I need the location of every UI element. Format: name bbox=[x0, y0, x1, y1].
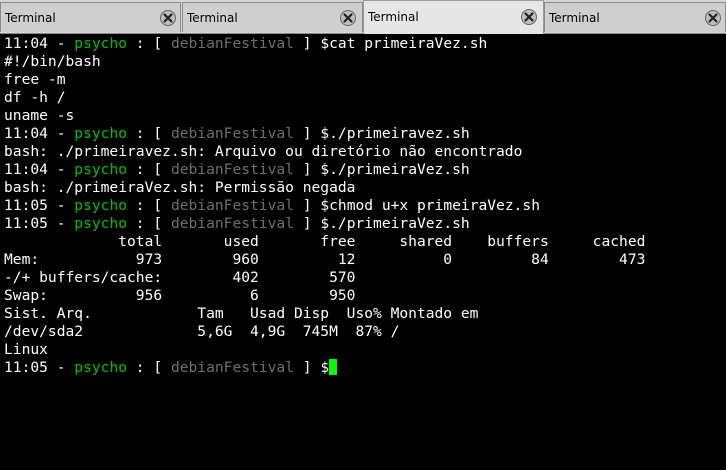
output-line: /dev/sda2 5,6G 4,9G 745M 87% / bbox=[4, 323, 400, 340]
prompt-close: ] $ bbox=[293, 359, 330, 376]
prompt-time: 11:04 bbox=[4, 125, 48, 142]
command-text: chmod u+x primeiraVez.sh bbox=[329, 197, 540, 214]
output-line: #!/bin/bash bbox=[4, 53, 101, 70]
tab-terminal-3[interactable]: Terminal bbox=[363, 0, 544, 34]
command-text: ./primeiravez.sh bbox=[329, 125, 470, 142]
tab-terminal-1[interactable]: Terminal bbox=[0, 2, 181, 32]
prompt-separator: - bbox=[47, 161, 75, 178]
tab-label: Terminal bbox=[5, 11, 56, 25]
output-line: Swap: 956 6 950 bbox=[4, 287, 356, 304]
prompt-open: : [ bbox=[127, 35, 171, 52]
prompt-open: : [ bbox=[127, 359, 171, 376]
terminal-output[interactable]: 11:04 - psycho : [ debianFestival ] $cat… bbox=[0, 35, 726, 470]
prompt-line: 11:05 - psycho : [ debianFestival ] $./p… bbox=[4, 215, 726, 233]
tab-terminal-4[interactable]: Terminal bbox=[544, 2, 726, 32]
prompt-host: debianFestival bbox=[170, 359, 294, 376]
prompt-open: : [ bbox=[127, 215, 171, 232]
close-icon[interactable] bbox=[340, 10, 356, 26]
prompt-user: psycho bbox=[74, 359, 128, 376]
prompt-host: debianFestival bbox=[170, 215, 294, 232]
command-text: cat primeiraVez.sh bbox=[329, 35, 488, 52]
close-icon[interactable] bbox=[160, 10, 176, 26]
prompt-user: psycho bbox=[74, 125, 128, 142]
prompt-line: 11:04 - psycho : [ debianFestival ] $cat… bbox=[4, 35, 726, 53]
prompt-close: ] $ bbox=[293, 35, 330, 52]
prompt-line: 11:05 - psycho : [ debianFestival ] $chm… bbox=[4, 197, 726, 215]
prompt-time: 11:05 bbox=[4, 197, 48, 214]
prompt-separator: - bbox=[47, 359, 75, 376]
prompt-time: 11:04 bbox=[4, 161, 48, 178]
prompt-line: 11:04 - psycho : [ debianFestival ] $./p… bbox=[4, 125, 726, 143]
prompt-host: debianFestival bbox=[170, 125, 294, 142]
prompt-open: : [ bbox=[127, 161, 171, 178]
tab-bar: Terminal Terminal Terminal Terminal bbox=[0, 0, 726, 34]
close-icon[interactable] bbox=[705, 10, 721, 26]
output-line: bash: ./primeiravez.sh: Arquivo ou diret… bbox=[4, 143, 523, 160]
prompt-line: 11:04 - psycho : [ debianFestival ] $./p… bbox=[4, 161, 726, 179]
close-icon[interactable] bbox=[521, 9, 537, 25]
prompt-host: debianFestival bbox=[170, 161, 294, 178]
prompt-close: ] $ bbox=[293, 197, 330, 214]
prompt-close: ] $ bbox=[293, 161, 330, 178]
prompt-open: : [ bbox=[127, 197, 171, 214]
prompt-line: 11:05 - psycho : [ debianFestival ] $ bbox=[4, 359, 726, 377]
output-line: Linux bbox=[4, 341, 48, 358]
prompt-open: : [ bbox=[127, 125, 171, 142]
prompt-user: psycho bbox=[74, 161, 128, 178]
prompt-user: psycho bbox=[74, 197, 128, 214]
output-line: Mem: 973 960 12 0 84 473 bbox=[4, 251, 646, 268]
prompt-separator: - bbox=[47, 215, 75, 232]
tab-label: Terminal bbox=[549, 11, 600, 25]
tab-label: Terminal bbox=[368, 10, 419, 24]
output-line: -/+ buffers/cache: 402 570 bbox=[4, 269, 356, 286]
prompt-separator: - bbox=[47, 197, 75, 214]
output-line: Sist. Arq. Tam Usad Disp Uso% Montado em bbox=[4, 305, 479, 322]
output-line: free -m bbox=[4, 71, 66, 88]
prompt-host: debianFestival bbox=[170, 35, 294, 52]
command-text: ./primeiraVez.sh bbox=[329, 161, 470, 178]
prompt-user: psycho bbox=[74, 215, 128, 232]
prompt-time: 11:05 bbox=[4, 215, 48, 232]
text-cursor bbox=[329, 359, 338, 375]
tab-label: Terminal bbox=[187, 11, 238, 25]
output-line: total used free shared buffers cached bbox=[4, 233, 646, 250]
output-line: uname -s bbox=[4, 107, 75, 124]
prompt-close: ] $ bbox=[293, 125, 330, 142]
prompt-time: 11:04 bbox=[4, 35, 48, 52]
prompt-close: ] $ bbox=[293, 215, 330, 232]
output-line: df -h / bbox=[4, 89, 66, 106]
prompt-separator: - bbox=[47, 35, 75, 52]
tab-terminal-2[interactable]: Terminal bbox=[182, 2, 363, 32]
prompt-time: 11:05 bbox=[4, 359, 48, 376]
command-text: ./primeiraVez.sh bbox=[329, 215, 470, 232]
prompt-user: psycho bbox=[74, 35, 128, 52]
prompt-host: debianFestival bbox=[170, 197, 294, 214]
output-line: bash: ./primeiraVez.sh: Permissão negada bbox=[4, 179, 356, 196]
prompt-separator: - bbox=[47, 125, 75, 142]
